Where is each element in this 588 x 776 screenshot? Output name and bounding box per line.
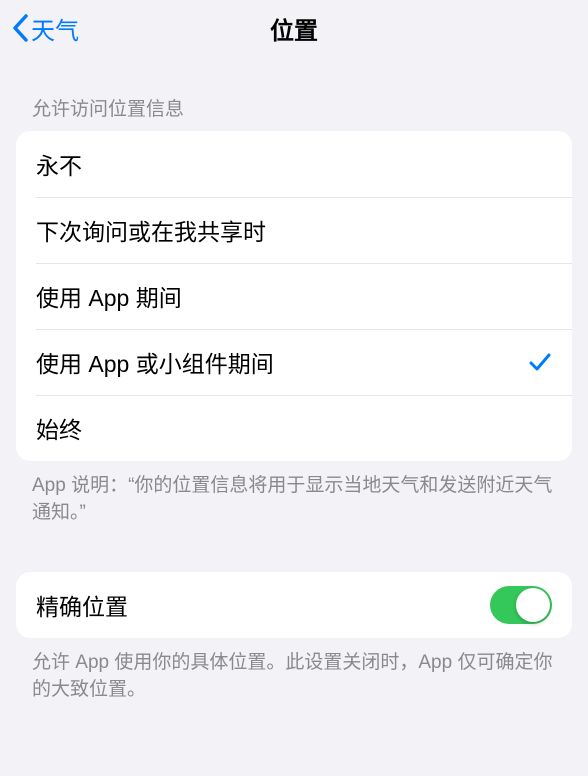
navigation-bar: 天气 位置 (0, 0, 588, 56)
back-button[interactable]: 天气 (8, 7, 83, 50)
option-always[interactable]: 始终 (16, 395, 572, 461)
option-while-using-app[interactable]: 使用 App 期间 (16, 263, 572, 329)
option-label: 使用 App 或小组件期间 (36, 345, 274, 379)
option-never[interactable]: 永不 (16, 131, 572, 197)
checkmark-icon (528, 350, 552, 374)
precise-location-row: 精确位置 (16, 572, 572, 638)
precise-location-toggle[interactable] (490, 586, 552, 624)
option-label: 始终 (36, 411, 82, 445)
option-while-using-app-or-widgets[interactable]: 使用 App 或小组件期间 (16, 329, 572, 395)
location-access-group: 永不 下次询问或在我共享时 使用 App 期间 使用 App 或小组件期间 始终 (16, 131, 572, 461)
section-header-location-access: 允许访问位置信息 (0, 56, 588, 131)
section-footer-app-description: App 说明：“你的位置信息将用于显示当地天气和发送附近天气通知。” (0, 461, 588, 526)
section-footer-precise-location: 允许 App 使用你的具体位置。此设置关闭时，App 仅可确定你的大致位置。 (0, 638, 588, 703)
switch-knob (516, 588, 550, 622)
option-ask-next-time[interactable]: 下次询问或在我共享时 (16, 197, 572, 263)
precise-location-label: 精确位置 (36, 588, 128, 622)
option-label: 永不 (36, 147, 82, 181)
page-title: 位置 (270, 11, 318, 46)
chevron-left-icon (12, 14, 29, 42)
back-label: 天气 (31, 11, 79, 46)
section-spacer (0, 526, 588, 572)
option-label: 使用 App 期间 (36, 279, 182, 313)
option-label: 下次询问或在我共享时 (36, 213, 266, 247)
precise-location-group: 精确位置 (16, 572, 572, 638)
